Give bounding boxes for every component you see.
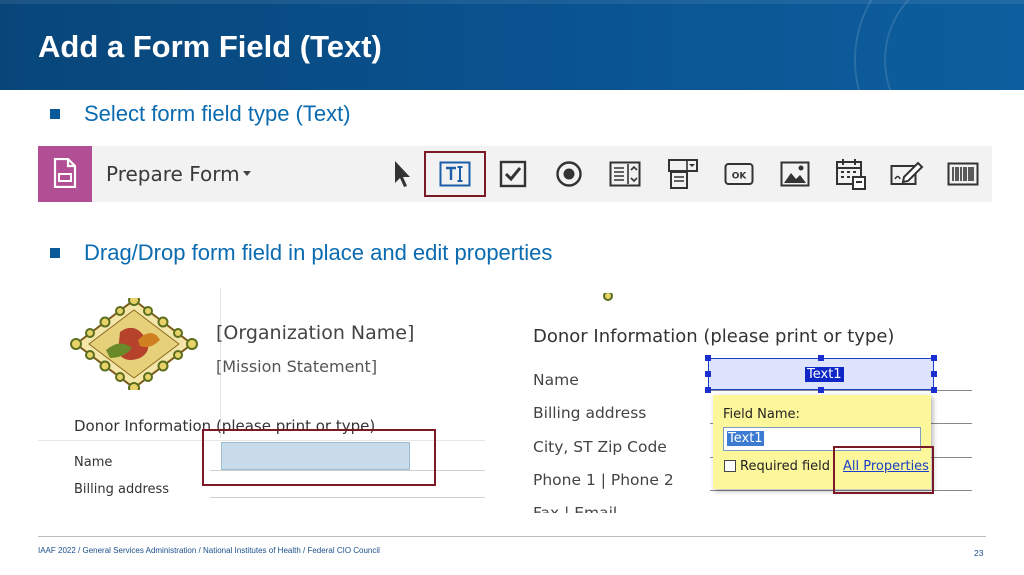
date-field-icon[interactable]: [833, 156, 869, 192]
form-document-icon[interactable]: [38, 146, 92, 202]
required-field-label: Required field: [740, 459, 831, 474]
resize-handle[interactable]: [931, 371, 937, 377]
prepare-form-menu[interactable]: Prepare Form: [106, 162, 240, 186]
resize-handle[interactable]: [818, 355, 824, 361]
logo-fragment: [603, 293, 613, 301]
placed-field-highlight: [202, 429, 436, 486]
bullet-square-icon: [50, 109, 60, 119]
image-field-icon[interactable]: [777, 156, 813, 192]
resize-handle[interactable]: [705, 387, 711, 393]
slide-title: Add a Form Field (Text): [38, 29, 382, 64]
field-name-value: Text1: [727, 431, 764, 446]
select-pointer-icon[interactable]: [384, 156, 420, 192]
digital-signature-icon[interactable]: [889, 156, 925, 192]
radio-button-icon[interactable]: [551, 156, 587, 192]
billing-underline: [210, 497, 485, 498]
organization-name: [Organization Name]: [216, 322, 415, 344]
text-field-icon[interactable]: [437, 156, 473, 192]
footer-text: IAAF 2022 / General Services Administrat…: [38, 546, 380, 555]
seal-watermark-inner: [884, 0, 1024, 90]
bullet-square-icon: [50, 248, 60, 258]
field-name-label: Field Name:: [723, 407, 800, 422]
resize-handle[interactable]: [705, 355, 711, 361]
barcode-icon[interactable]: [945, 156, 981, 192]
list-box-icon[interactable]: [607, 156, 643, 192]
all-properties-highlight: [833, 446, 934, 494]
resize-handle[interactable]: [931, 387, 937, 393]
text1-field-label: Text1: [805, 367, 844, 382]
bullet-text: Select form field type (Text): [84, 101, 351, 126]
crop-edge: [520, 513, 980, 527]
bullet-2: Drag/Drop form field in place and edit p…: [50, 240, 552, 266]
billing-address-label: Billing address: [74, 482, 170, 497]
billing-address-label: Billing address: [533, 404, 647, 422]
city-state-zip-label: City, ST Zip Code: [533, 438, 667, 456]
phone-label: Phone 1 | Phone 2: [533, 471, 674, 489]
page-number: 23: [974, 548, 984, 558]
chevron-down-icon[interactable]: [243, 171, 251, 176]
resize-handle[interactable]: [931, 355, 937, 361]
slide-header: Add a Form Field (Text): [0, 0, 1024, 90]
organization-logo: [70, 298, 198, 390]
footer-rule: [38, 536, 986, 537]
mission-statement: [Mission Statement]: [216, 357, 378, 376]
resize-handle[interactable]: [818, 387, 824, 393]
button-icon[interactable]: OK: [721, 156, 757, 192]
svg-text:OK: OK: [732, 172, 748, 182]
dropdown-icon[interactable]: [665, 156, 701, 192]
bullet-1: Select form field type (Text): [50, 101, 351, 127]
name-label: Name: [533, 371, 579, 389]
required-field-checkbox[interactable]: [724, 460, 736, 472]
prepare-form-toolbar: Prepare Form OK: [38, 146, 992, 202]
checkbox-icon[interactable]: [495, 156, 531, 192]
donor-info-heading: Donor Information (please print or type): [533, 326, 895, 347]
name-label: Name: [74, 455, 113, 470]
bullet-text: Drag/Drop form field in place and edit p…: [84, 240, 553, 265]
resize-handle[interactable]: [705, 371, 711, 377]
